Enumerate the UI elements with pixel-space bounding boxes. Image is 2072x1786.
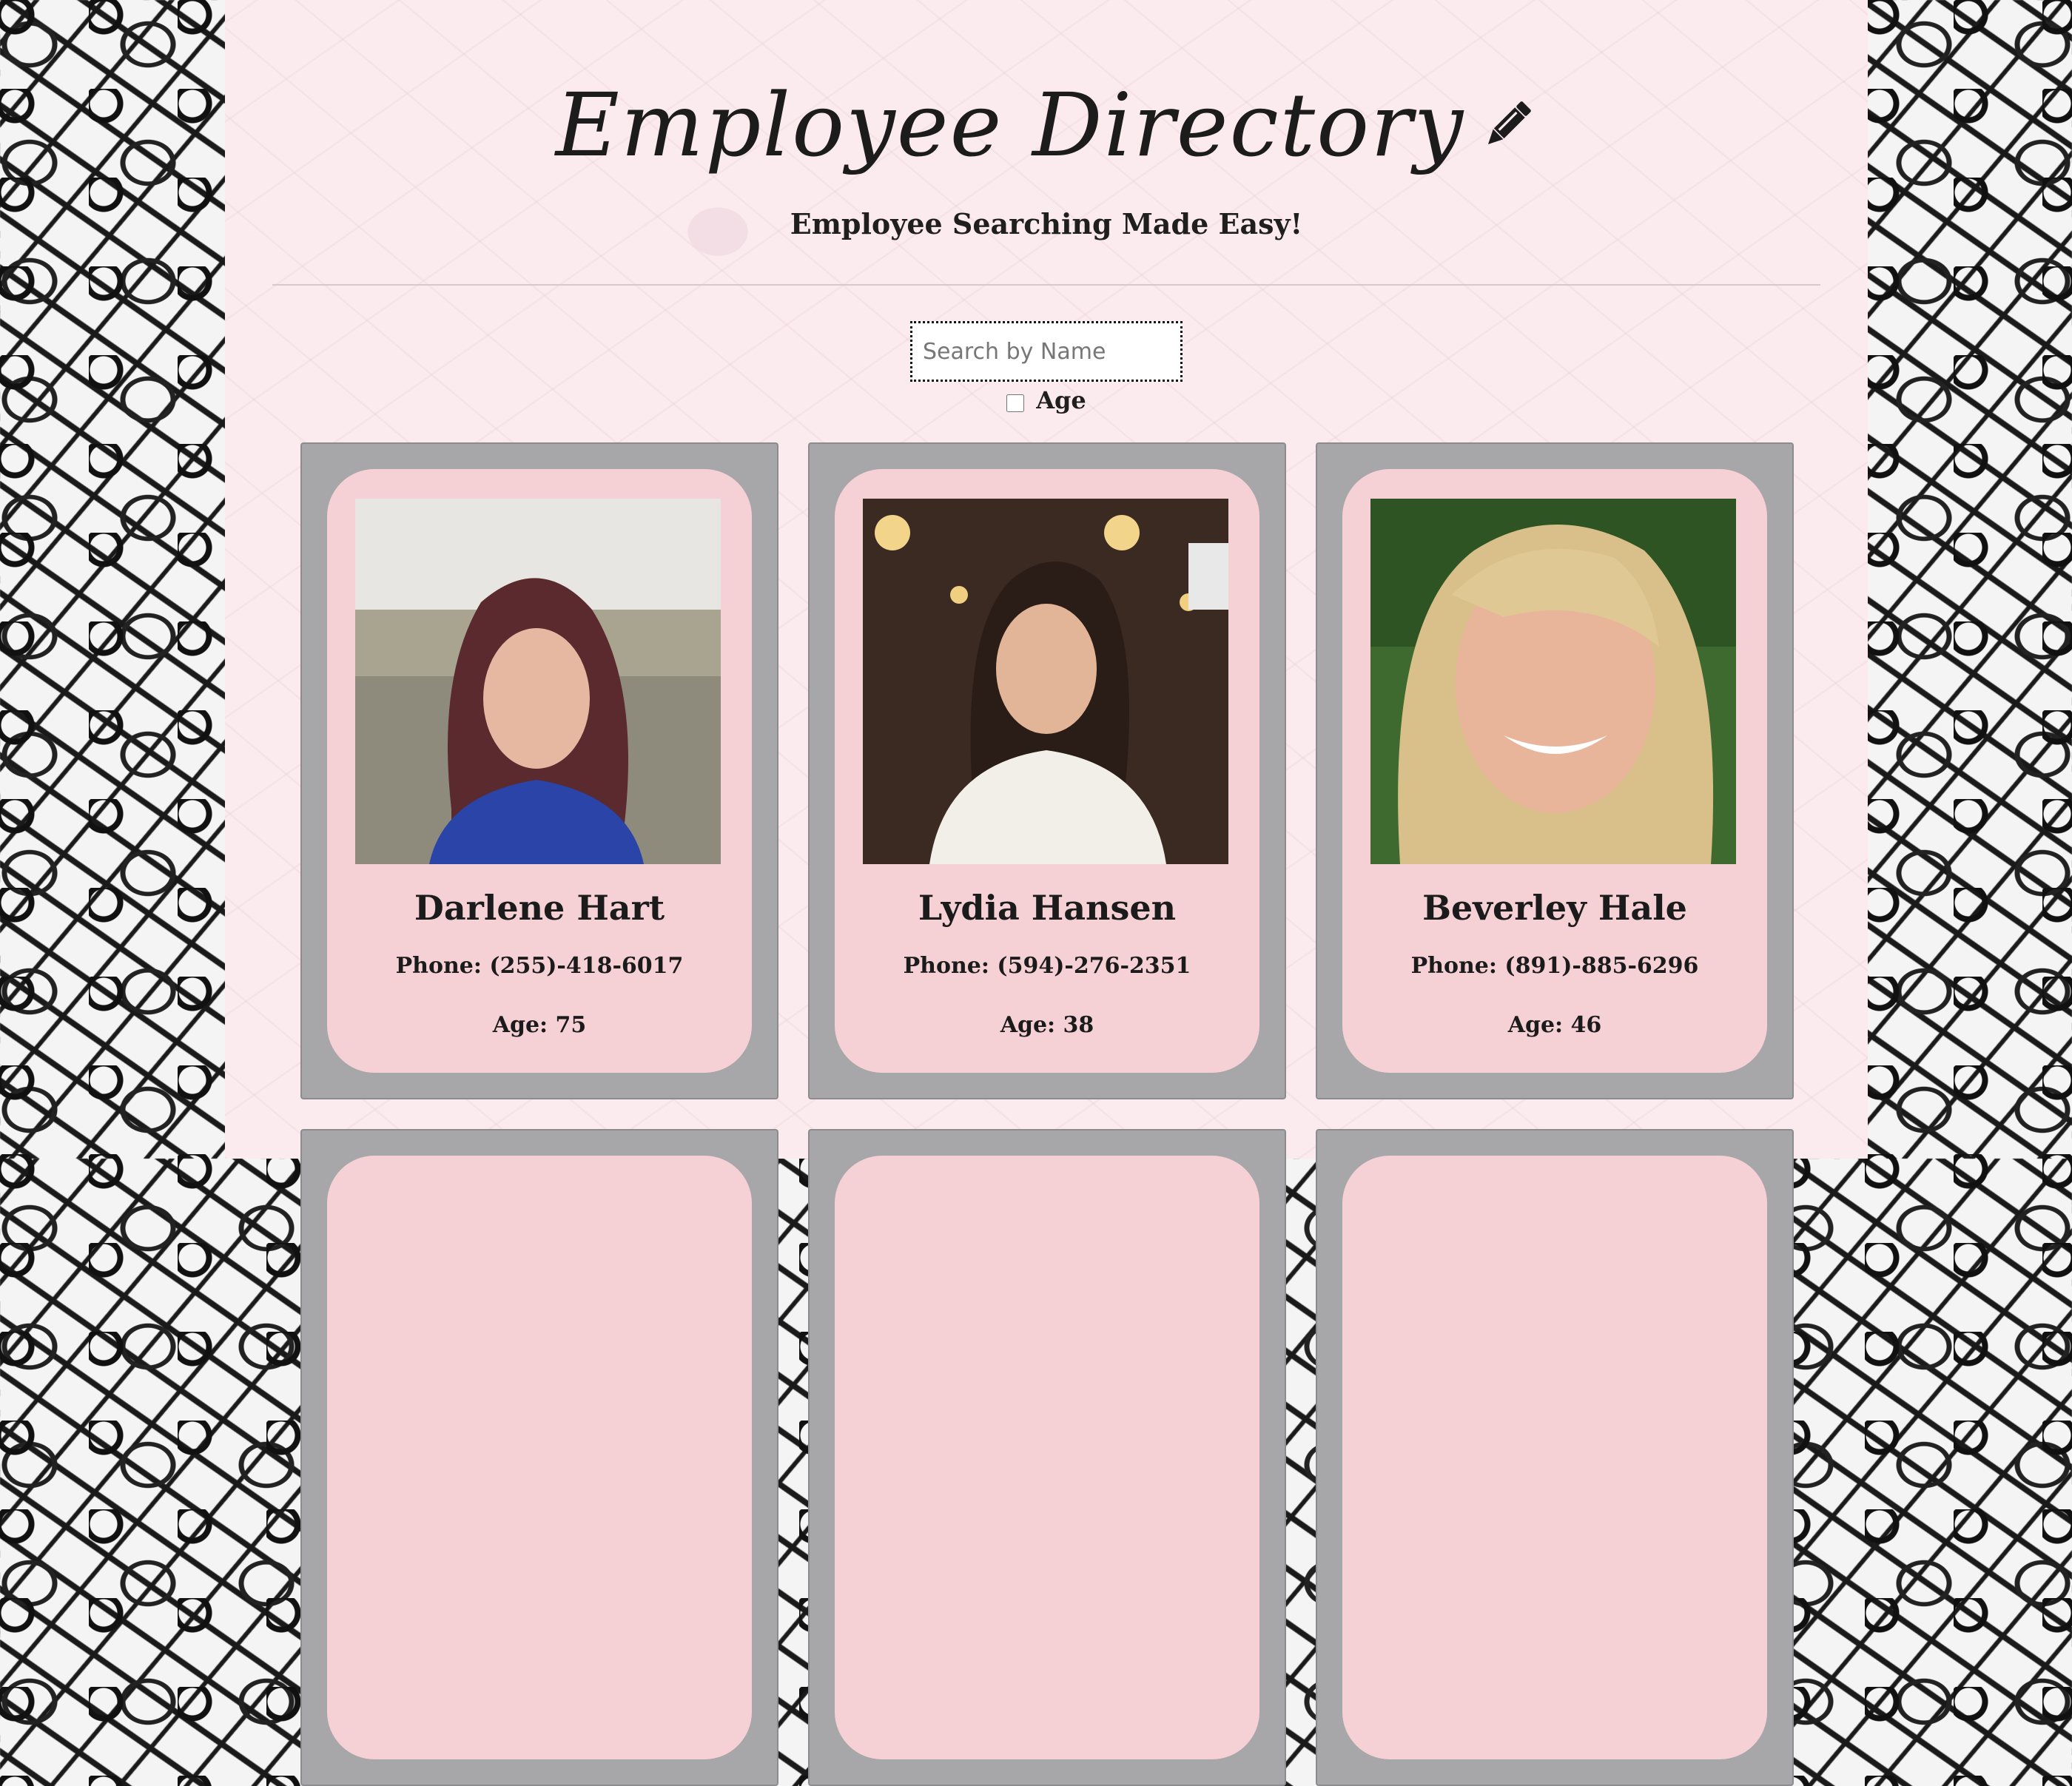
- employee-card-frame: [300, 1129, 778, 1786]
- employee-card-frame: Lydia Hansen Phone: (594)-276-2351 Age: …: [808, 442, 1286, 1099]
- employee-card-frame: Beverley Hale Phone: (891)-885-6296 Age:…: [1316, 442, 1794, 1099]
- employee-age: Age: 75: [492, 1012, 587, 1038]
- employee-card: [1342, 1156, 1767, 1759]
- employee-phone: Phone: (594)-276-2351: [903, 953, 1191, 979]
- employee-card: [835, 1156, 1259, 1759]
- pencil-icon: [1478, 95, 1537, 155]
- header-divider: [272, 284, 1820, 286]
- title-row: Employee Directory: [225, 81, 1868, 169]
- main-panel: Employee Directory Employee Searching Ma…: [225, 0, 1868, 1786]
- employee-card: Beverley Hale Phone: (891)-885-6296 Age:…: [1342, 469, 1767, 1073]
- employee-card-frame: [808, 1129, 1286, 1786]
- employee-phone: Phone: (255)-418-6017: [395, 953, 684, 979]
- age-filter: Age: [225, 386, 1868, 414]
- page-subtitle: Employee Searching Made Easy!: [790, 207, 1303, 240]
- employee-card-frame: Darlene Hart Phone: (255)-418-6017 Age: …: [300, 442, 778, 1099]
- employee-age: Age: 38: [1000, 1012, 1094, 1038]
- employee-name: Lydia Hansen: [918, 888, 1177, 928]
- age-label: Age: [1036, 386, 1086, 414]
- employee-photo: [355, 499, 721, 864]
- employee-photo: [1370, 499, 1736, 864]
- search-input[interactable]: [910, 321, 1183, 382]
- employee-card: [327, 1156, 752, 1759]
- employee-name: Beverley Hale: [1422, 888, 1687, 928]
- age-checkbox[interactable]: [1006, 394, 1025, 412]
- employee-card-frame: [1316, 1129, 1794, 1786]
- employee-name: Darlene Hart: [414, 888, 665, 928]
- employee-phone: Phone: (891)-885-6296: [1410, 953, 1699, 979]
- employee-photo: [863, 499, 1228, 864]
- employee-age: Age: 46: [1507, 1012, 1602, 1038]
- employee-card: Darlene Hart Phone: (255)-418-6017 Age: …: [327, 469, 752, 1073]
- employee-card: Lydia Hansen Phone: (594)-276-2351 Age: …: [835, 469, 1259, 1073]
- page-title: Employee Directory: [555, 74, 1465, 176]
